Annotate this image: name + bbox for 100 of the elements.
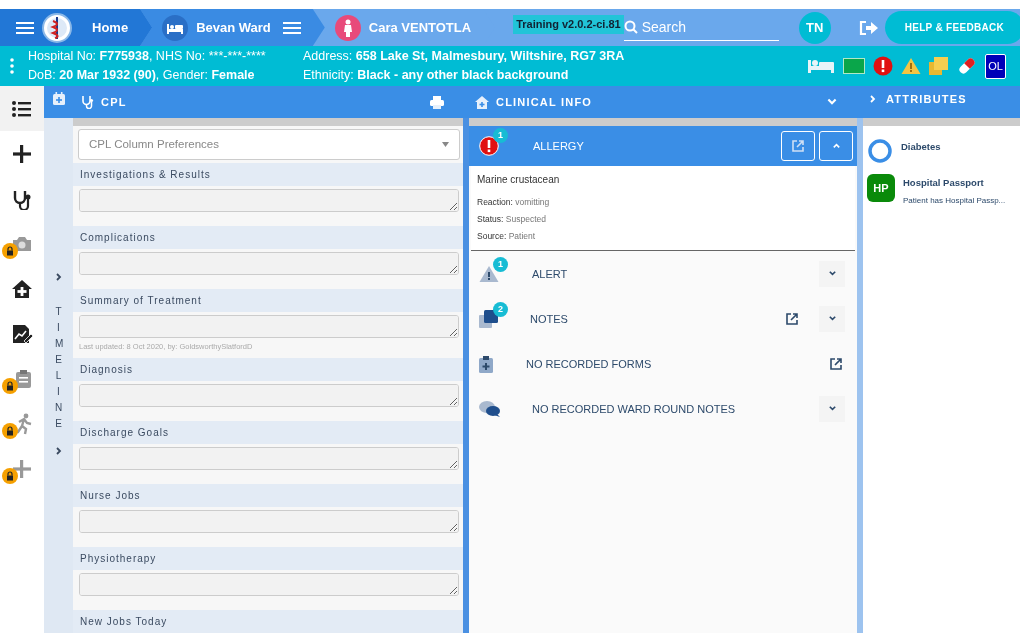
print-button[interactable] — [430, 95, 444, 109]
section-label: Complications — [73, 226, 463, 250]
patient-detail-label: Ethnicity: — [303, 68, 355, 82]
count-badge: 1 — [493, 128, 508, 143]
external-link-button[interactable] — [829, 356, 843, 371]
search-icon — [623, 20, 638, 34]
logo-icon — [42, 12, 72, 43]
search-input[interactable]: Search — [641, 16, 762, 38]
exclamation-icon — [479, 136, 499, 156]
external-link-icon — [791, 139, 805, 153]
menu-button[interactable] — [282, 21, 301, 34]
menu-button[interactable] — [16, 21, 34, 34]
allergy-name: Marine crustacean — [477, 173, 561, 187]
menu-icon — [282, 21, 301, 34]
attribute-title: Hospital Passport — [903, 176, 985, 190]
chevron-up-icon — [831, 141, 841, 151]
patient-detail-label: Address: — [303, 49, 354, 63]
expand-button[interactable] — [819, 305, 845, 332]
section-label: Discharge Goals — [73, 420, 463, 444]
notes-icon — [479, 309, 498, 328]
plus-icon — [11, 142, 33, 165]
home-icon — [11, 277, 33, 300]
panel-title: CPL — [101, 94, 127, 110]
chart-icon — [11, 322, 33, 345]
patient-detail-value: Black - any other black background — [357, 68, 569, 82]
stethoscope-icon — [81, 95, 94, 109]
section-title[interactable]: NO RECORDED WARD ROUND NOTES — [532, 400, 736, 417]
clipboard-icon — [479, 354, 493, 373]
section-header[interactable]: 2 NOTES — [469, 296, 857, 342]
logout-button[interactable] — [858, 19, 879, 36]
allergy-detail: Status: Suspected — [477, 212, 547, 226]
initials-tag: OL — [985, 53, 1006, 79]
attribute-title: Diabetes — [901, 140, 941, 154]
person-icon — [334, 14, 361, 41]
warning-icon — [901, 57, 922, 75]
home-icon — [475, 95, 489, 109]
chevron-right-icon — [53, 272, 64, 282]
section-header[interactable]: NO RECORDED WARD ROUND NOTES — [469, 386, 857, 432]
section-label: Diagnosis — [73, 357, 463, 381]
breadcrumb-link[interactable]: Home — [92, 17, 129, 38]
menu-icon — [16, 21, 34, 34]
chevron-down-icon — [827, 314, 837, 324]
external-link-icon — [829, 356, 843, 371]
search-field[interactable]: Search — [623, 14, 779, 41]
chevron-right-icon — [868, 94, 878, 104]
count-badge: 1 — [493, 256, 508, 272]
plus-icon — [11, 457, 33, 480]
expand-button[interactable] — [819, 395, 845, 422]
breadcrumb-link[interactable]: Bevan Ward — [196, 17, 271, 38]
ring-icon — [867, 138, 893, 164]
panel-title: ATTRIBUTES — [886, 94, 967, 105]
timeline-label[interactable]: TIMELINE — [55, 304, 62, 432]
external-link-button[interactable] — [785, 311, 799, 326]
bed-icon — [807, 57, 836, 75]
chevron-down-icon — [827, 404, 837, 414]
patient-detail-value: Female — [211, 68, 255, 82]
section-title[interactable]: NO RECORDED FORMS — [526, 355, 652, 372]
patient-detail-label: , Gender: — [155, 68, 209, 82]
attribute-text: Patient has Hospital Passp... — [903, 195, 1006, 208]
initials-avatar: HP — [867, 174, 895, 202]
notes-icon — [929, 57, 950, 75]
lock-icon — [2, 468, 18, 484]
patient-detail-value: 658 Lake St, Malmesbury, Wiltshire, RG7 3RA — [355, 49, 625, 63]
section-header[interactable]: NO RECORDED FORMS — [469, 341, 857, 387]
allergy-detail: Source: Patient — [477, 229, 537, 243]
bed-icon — [162, 14, 189, 41]
allergy-detail: Reaction: vomitting — [477, 196, 551, 209]
section-label: Investigations & Results — [73, 163, 463, 187]
external-link-icon — [785, 311, 799, 326]
count-badge: 2 — [493, 301, 508, 317]
section-title[interactable]: NOTES — [530, 310, 568, 327]
patient-detail-value: 20 Mar 1932 (90) — [59, 68, 156, 82]
lock-icon — [2, 423, 18, 439]
preferences-dropdown[interactable]: CPL Column Preferences — [78, 129, 460, 161]
lock-icon — [2, 378, 18, 394]
exclamation-icon — [873, 56, 894, 76]
section-title[interactable]: ALERT — [532, 265, 568, 282]
warning-icon — [479, 264, 499, 283]
patient-detail-label: DoB: — [28, 68, 57, 82]
patient-detail-value: F775938 — [99, 49, 149, 63]
section-label: Physiotherapy — [73, 546, 463, 570]
calendar-add-icon[interactable] — [52, 92, 65, 105]
environment-tag: Training v2.0.2-ci.81 — [513, 15, 624, 34]
caret-icon — [442, 142, 449, 148]
section-label: Nurse Jobs — [73, 483, 463, 507]
chevron-right-icon — [53, 446, 64, 456]
collapse-button[interactable] — [819, 131, 853, 161]
section-label: New Jobs Today — [73, 609, 463, 633]
section-label: Summary of Treatment — [73, 289, 463, 313]
patient-detail-label: , NHS No: ***-***-**** — [148, 49, 266, 63]
lock-icon — [2, 243, 18, 259]
more-icon[interactable] — [10, 58, 14, 74]
card-icon — [843, 58, 866, 74]
sidebar-item[interactable] — [0, 86, 44, 131]
expand-button[interactable] — [819, 260, 845, 287]
logout-icon — [858, 19, 879, 36]
chat-icon — [479, 399, 501, 418]
patient-detail-label: Hospital No: — [28, 49, 98, 63]
chevron-down-icon — [827, 269, 837, 279]
section-header[interactable]: 1 ALERT — [469, 251, 857, 297]
